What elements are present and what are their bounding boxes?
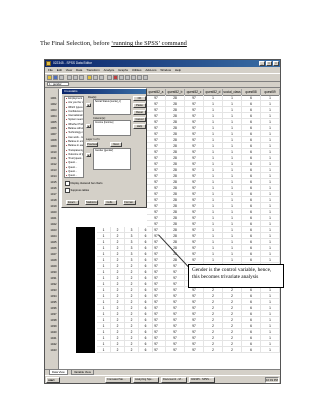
spss-screenshot: 022345 - SPSS Data Editor _ □ × File Edi…: [44, 59, 281, 384]
rows-value: Social Status [social_c]: [95, 100, 121, 103]
clustered-bar-checkbox[interactable]: Display clustered bar charts: [65, 181, 103, 186]
goto-case-icon[interactable]: [93, 75, 98, 80]
columns-value: Income [income]: [95, 121, 114, 124]
previous-button[interactable]: Previous: [86, 142, 98, 147]
goto-chart-icon[interactable]: [87, 75, 92, 80]
layer-value: Gender [gender]: [95, 149, 114, 152]
table-cell[interactable]: 6: [139, 347, 153, 353]
variable-list-item[interactable]: Quest…: [65, 174, 83, 177]
move-to-rows-arrow-icon[interactable]: ▸: [86, 103, 91, 107]
format-button[interactable]: Format...: [123, 200, 136, 205]
print-icon[interactable]: [59, 75, 64, 80]
menu-graphs[interactable]: Graphs: [118, 68, 128, 72]
insert-variable-icon[interactable]: [119, 75, 124, 80]
document-title: The Final Selection, before ‘running the…: [40, 40, 187, 47]
spss-app-icon: [46, 61, 51, 66]
redo-icon[interactable]: [79, 75, 84, 80]
suppress-tables-checkbox[interactable]: Suppress tables: [65, 188, 90, 193]
cancel-button[interactable]: Cancel: [133, 117, 146, 122]
reset-button[interactable]: Reset: [133, 110, 146, 115]
menu-utilities[interactable]: Utilities: [132, 68, 142, 72]
table-cell[interactable]: 97: [185, 347, 204, 353]
taskbar-item[interactable]: Cremated Ste…: [105, 377, 131, 383]
table-cell[interactable]: 2: [111, 347, 125, 353]
table-cell[interactable]: 1: [97, 347, 111, 353]
table-row: 1043 97 97 97 2 2 6 1 1 2 2 6: [49, 347, 280, 353]
document-title-underlined: ‘running the SPSS’ command: [111, 40, 187, 47]
menu-file[interactable]: File: [48, 68, 53, 72]
callout-text: Gender is the control variable, hence, t…: [192, 267, 272, 280]
menu-view[interactable]: View: [66, 68, 72, 72]
selected-column-cell[interactable]: [76, 347, 95, 353]
row-number[interactable]: 1043: [49, 347, 58, 353]
minimize-button[interactable]: _: [259, 61, 265, 66]
insert-case-icon[interactable]: [113, 75, 118, 80]
maximize-button[interactable]: □: [266, 61, 272, 66]
variable-list-item[interactable]: Believe in each heal…: [65, 144, 83, 148]
rows-box[interactable]: Social Status [social_c]: [93, 99, 131, 115]
undo-icon[interactable]: [73, 75, 78, 80]
taskbar-item[interactable]: Analyzing Spe…: [133, 377, 159, 383]
start-button[interactable]: start: [46, 377, 60, 383]
layer-label: Layer 1 of 1: [86, 138, 100, 141]
columns-box[interactable]: Income [income]: [93, 120, 131, 136]
help-button[interactable]: Help: [133, 124, 146, 129]
menu-analyze[interactable]: Analyze: [104, 68, 115, 72]
weight-cases-icon[interactable]: [131, 75, 136, 80]
window-titlebar: 022345 - SPSS Data Editor _ □ ×: [45, 60, 280, 67]
find-icon[interactable]: [107, 75, 112, 80]
exact-button[interactable]: Exact...: [66, 200, 79, 205]
menu-window[interactable]: Window: [160, 68, 171, 72]
select-cases-icon[interactable]: [137, 75, 142, 80]
menu-help[interactable]: Help: [175, 68, 181, 72]
next-button[interactable]: Next: [110, 142, 122, 147]
table-cell[interactable]: 97: [166, 347, 185, 353]
value-labels-icon[interactable]: [143, 75, 148, 80]
table-cell[interactable]: 6: [242, 347, 261, 353]
variable-list-item[interactable]: Are you the Upper…: [65, 101, 83, 105]
menu-edit[interactable]: Edit: [57, 68, 62, 72]
variables-icon[interactable]: [99, 75, 104, 80]
table-cell[interactable]: 2: [223, 347, 242, 353]
open-icon[interactable]: [47, 75, 52, 80]
document-title-prefix: The Final Selection, before: [40, 40, 112, 47]
menu-transform[interactable]: Transform: [86, 68, 100, 72]
paste-button[interactable]: Paste: [133, 103, 146, 108]
table-cell[interactable]: 2: [125, 347, 139, 353]
move-to-columns-arrow-icon[interactable]: ▸: [86, 124, 91, 128]
ok-button[interactable]: OK: [133, 96, 146, 101]
table-cell[interactable]: 2: [204, 347, 223, 353]
save-icon[interactable]: [53, 75, 58, 80]
dialog-recall-icon[interactable]: [67, 75, 72, 80]
statistics-button[interactable]: Statistics...: [85, 200, 99, 205]
close-button[interactable]: ×: [273, 61, 279, 66]
windows-taskbar: start Cremated Ste… Analyzing Spe… Docum…: [45, 375, 280, 383]
move-to-layer-arrow-icon[interactable]: ▸: [86, 153, 91, 157]
cell-reference-field[interactable]: 1 : gender: [47, 82, 69, 86]
table-cell[interactable]: 1: [261, 347, 280, 353]
taskbar-clock: 10:49 PM: [265, 377, 279, 383]
dialog-title: Crosstabs: [62, 89, 146, 94]
taskbar-item[interactable]: Document1 - M…: [161, 377, 187, 383]
split-file-icon[interactable]: [125, 75, 130, 80]
crosstabs-dialog: Crosstabs Employment StatusAre you the U…: [61, 88, 147, 208]
taskbar-item[interactable]: 022345 - SPSS…: [189, 377, 215, 383]
annotation-callout: Gender is the control variable, hence, t…: [188, 264, 284, 288]
menu-data[interactable]: Data: [76, 68, 82, 72]
cells-button[interactable]: Cells...: [104, 200, 117, 205]
cell-editor-bar: 1 : gender: [45, 81, 280, 88]
layer-box[interactable]: Gender [gender]: [93, 148, 131, 170]
variable-list[interactable]: Employment StatusAre you the Upper…Which…: [64, 96, 84, 178]
window-title: 022345 - SPSS Data Editor: [53, 61, 92, 65]
menu-addons[interactable]: Add-ons: [145, 68, 156, 72]
